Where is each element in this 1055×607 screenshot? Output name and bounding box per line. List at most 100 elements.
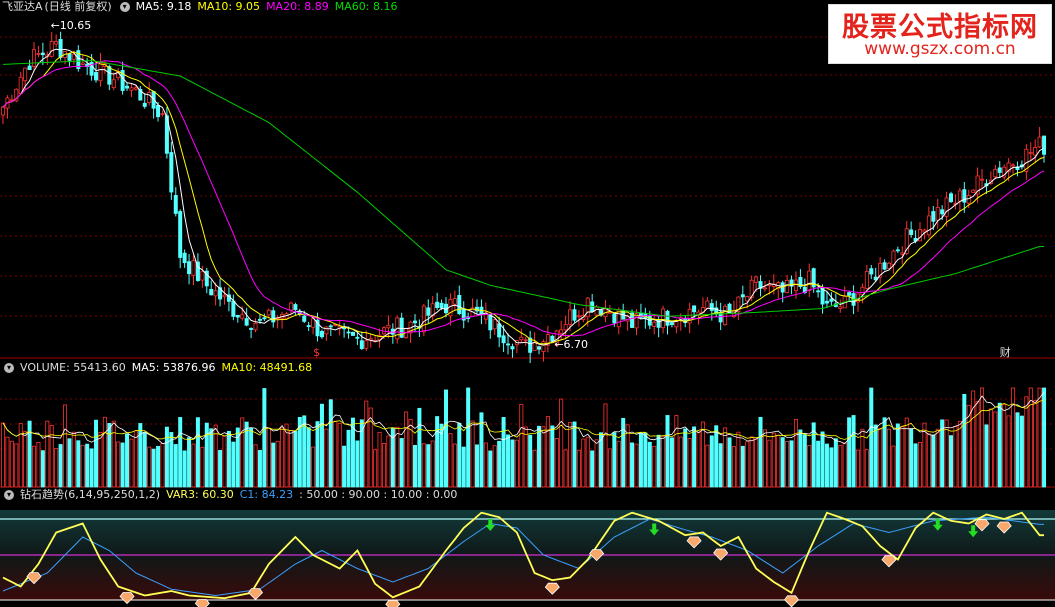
volume-bar xyxy=(785,441,790,488)
candle-body xyxy=(838,306,843,309)
diamond-icon xyxy=(119,592,135,605)
volume-bar xyxy=(271,442,276,488)
volume-bar xyxy=(27,420,32,488)
volume-bar xyxy=(984,424,989,488)
indicator-name: 钻石趋势(6,14,95,250,1,2) xyxy=(20,488,161,501)
candle-body xyxy=(785,280,790,293)
volume-bar xyxy=(510,439,515,488)
volume-bar xyxy=(311,446,316,488)
stock-name: 飞亚达A xyxy=(2,0,43,13)
volume-bar xyxy=(594,439,599,488)
volume-bar xyxy=(160,443,165,488)
volume-bar xyxy=(89,448,94,488)
candle-body xyxy=(125,85,130,89)
candle-body xyxy=(253,322,258,331)
candle-body xyxy=(532,341,537,351)
volume-bar xyxy=(820,431,825,488)
volume-bar xyxy=(873,424,878,488)
volume-bar xyxy=(421,443,426,488)
volume-bar xyxy=(953,426,958,488)
volume-bar xyxy=(373,449,378,488)
candle-body xyxy=(594,306,599,316)
candle-body xyxy=(156,105,161,118)
candle-body xyxy=(572,309,577,321)
volume-bar xyxy=(23,431,28,488)
candle-body xyxy=(793,279,798,292)
volume-bar xyxy=(957,420,962,488)
candle-body xyxy=(355,336,360,339)
candle-body xyxy=(213,290,218,297)
volume-bar xyxy=(377,431,382,488)
volume-bar xyxy=(58,444,63,488)
volume-bar xyxy=(164,426,169,488)
volume-bar xyxy=(541,426,546,488)
volume-bar xyxy=(935,428,940,488)
candle-body xyxy=(563,324,568,331)
volume-bar xyxy=(842,442,847,488)
candle-body xyxy=(169,152,174,193)
candle-body xyxy=(311,318,316,328)
volume-bar xyxy=(612,432,617,488)
volume-bar xyxy=(417,407,422,488)
volume-bar xyxy=(492,445,497,488)
volume-bar xyxy=(85,443,90,488)
volume-bar xyxy=(532,449,537,488)
candle-body xyxy=(887,262,892,269)
candle-body xyxy=(306,325,311,327)
chevron-down-icon[interactable]: ▾ xyxy=(4,490,14,500)
candle-body xyxy=(36,52,41,55)
candle-body xyxy=(288,302,293,311)
candle-body xyxy=(240,314,245,319)
volume-bar xyxy=(638,432,643,488)
price-panel-header: 飞亚达A (日线 前复权) ▾ MA5: 9.18 MA10: 9.05 MA20: 8.… xyxy=(2,0,404,14)
candle-body xyxy=(346,331,351,334)
period-label: (日线 前复权) xyxy=(44,0,112,13)
candle-body xyxy=(178,211,183,258)
volume-bar xyxy=(1033,400,1038,488)
volume-bar xyxy=(466,387,471,488)
volume-bar xyxy=(980,387,985,488)
chevron-down-icon[interactable]: ▾ xyxy=(4,363,14,373)
candle-body xyxy=(452,298,457,305)
candle-body xyxy=(200,271,205,281)
volume-bar xyxy=(988,408,993,488)
indicator-panel-header: ▾ 钻石趋势(6,14,95,250,1,2) VAR3: 60.30 C1: 84.… xyxy=(2,488,463,502)
indicator-levels: : 50.00 : 90.00 : 10.00 : 0.00 xyxy=(299,488,458,501)
volume-bar xyxy=(470,420,475,488)
candle-body xyxy=(435,301,440,308)
candle-body xyxy=(528,337,533,353)
volume-bar xyxy=(142,432,147,488)
candle-body xyxy=(767,284,772,287)
volume-panel-header: ▾ VOLUME: 55413.60 MA5: 53876.96 MA10: 4849… xyxy=(2,361,318,375)
candle-body xyxy=(54,41,59,45)
volume-bar xyxy=(519,404,524,488)
candle-body xyxy=(740,294,745,298)
candle-body xyxy=(506,343,511,346)
candle-body xyxy=(935,206,940,221)
candle-body xyxy=(262,317,267,320)
candle-body xyxy=(519,336,524,341)
volume-bar xyxy=(824,443,829,488)
volume-bar xyxy=(381,443,386,488)
volume-bar xyxy=(745,441,750,488)
volume-bar xyxy=(514,439,519,488)
candle-body xyxy=(665,310,670,326)
volume-bar xyxy=(501,417,506,488)
volume-bar xyxy=(63,404,68,488)
watermark-logo: 股票公式指标网 www.gszx.com.cn xyxy=(828,4,1052,64)
chevron-down-icon[interactable]: ▾ xyxy=(119,2,130,12)
volume-bar xyxy=(997,402,1002,488)
volume-bar xyxy=(647,441,652,488)
volume-bar xyxy=(457,422,462,488)
dividend-marker: $ xyxy=(313,346,320,359)
volume-bar xyxy=(887,428,892,488)
volume-bar xyxy=(399,438,404,488)
volume-bar xyxy=(918,441,923,488)
ma10-value: MA10: 9.05 xyxy=(197,0,261,13)
candle-body xyxy=(257,318,262,321)
candle-body xyxy=(1037,136,1042,148)
candle-body xyxy=(173,195,178,214)
candle-body xyxy=(182,252,187,264)
volume-bar xyxy=(1037,387,1042,488)
volume-bar xyxy=(590,450,595,488)
